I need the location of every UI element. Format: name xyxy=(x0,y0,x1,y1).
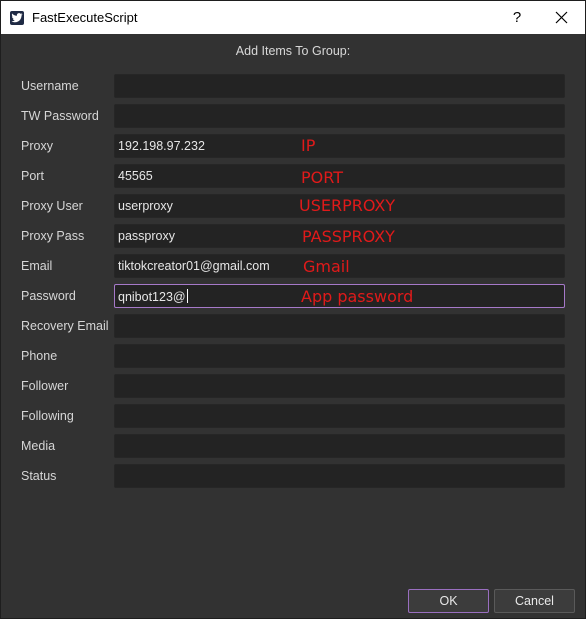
form-row-password: Password qnibot123@ xyxy=(1,284,585,310)
media-field[interactable] xyxy=(114,434,565,458)
form-row-username: Username xyxy=(1,74,585,100)
field-label: Proxy Pass xyxy=(21,229,85,243)
field-label: Status xyxy=(21,469,57,483)
form-row-port: Port 45565 xyxy=(1,164,585,190)
field-label: Follower xyxy=(21,379,69,393)
field-label: Password xyxy=(21,289,76,303)
field-label: Proxy xyxy=(21,139,53,153)
form-row-proxy-pass: Proxy Pass passproxy xyxy=(1,224,585,250)
field-label: Media xyxy=(21,439,56,453)
field-label: Following xyxy=(21,409,74,423)
field-label: Recovery Email xyxy=(21,319,109,333)
annotation-ip: IP xyxy=(301,136,316,155)
dialog-header: Add Items To Group: xyxy=(235,44,351,58)
field-label: Proxy User xyxy=(21,199,83,213)
proxy-field[interactable]: 192.198.97.232 xyxy=(114,134,565,158)
status-field[interactable] xyxy=(114,464,565,488)
field-label: Port xyxy=(21,169,44,183)
dialog-window: FastExecuteScript ? Add Items To Group: … xyxy=(0,0,586,619)
recovery-email-field[interactable] xyxy=(114,314,565,338)
form-row-media: Media xyxy=(1,434,585,460)
form-row-phone: Phone xyxy=(1,344,585,370)
ok-button[interactable]: OK xyxy=(408,589,489,613)
form-row-tw-password: TW Password xyxy=(1,104,585,130)
form-row-proxy: Proxy 192.198.97.232 xyxy=(1,134,585,160)
tw-password-field[interactable] xyxy=(114,104,565,128)
form-row-proxy-user: Proxy User userproxy xyxy=(1,194,585,220)
window-title: FastExecuteScript xyxy=(32,10,138,25)
form-row-recovery-email: Recovery Email xyxy=(1,314,585,340)
following-field[interactable] xyxy=(114,404,565,428)
annotation-passproxy: PASSPROXY xyxy=(302,227,395,246)
form-row-follower: Follower xyxy=(1,374,585,400)
annotation-port: PORT xyxy=(301,168,343,187)
close-button[interactable] xyxy=(541,5,581,31)
annotation-app-password: App password xyxy=(301,287,414,306)
help-button[interactable]: ? xyxy=(501,5,533,31)
form-row-email: Email tiktokcreator01@gmail.com xyxy=(1,254,585,280)
follower-field[interactable] xyxy=(114,374,565,398)
annotation-gmail: Gmail xyxy=(303,257,350,276)
username-field[interactable] xyxy=(114,74,565,98)
form-row-following: Following xyxy=(1,404,585,430)
twitter-bird-icon xyxy=(10,11,24,25)
phone-field[interactable] xyxy=(114,344,565,368)
field-label: Phone xyxy=(21,349,58,363)
form-row-status: Status xyxy=(1,464,585,490)
field-label: Email xyxy=(21,259,53,273)
cancel-button[interactable]: Cancel xyxy=(494,589,575,613)
title-bar: FastExecuteScript ? xyxy=(1,1,585,34)
close-icon xyxy=(555,11,567,24)
field-label: TW Password xyxy=(21,109,99,123)
text-caret xyxy=(186,289,188,303)
annotation-userproxy: USERPROXY xyxy=(299,196,396,215)
field-label: Username xyxy=(21,79,79,93)
password-value: qnibot123@ xyxy=(118,290,186,304)
